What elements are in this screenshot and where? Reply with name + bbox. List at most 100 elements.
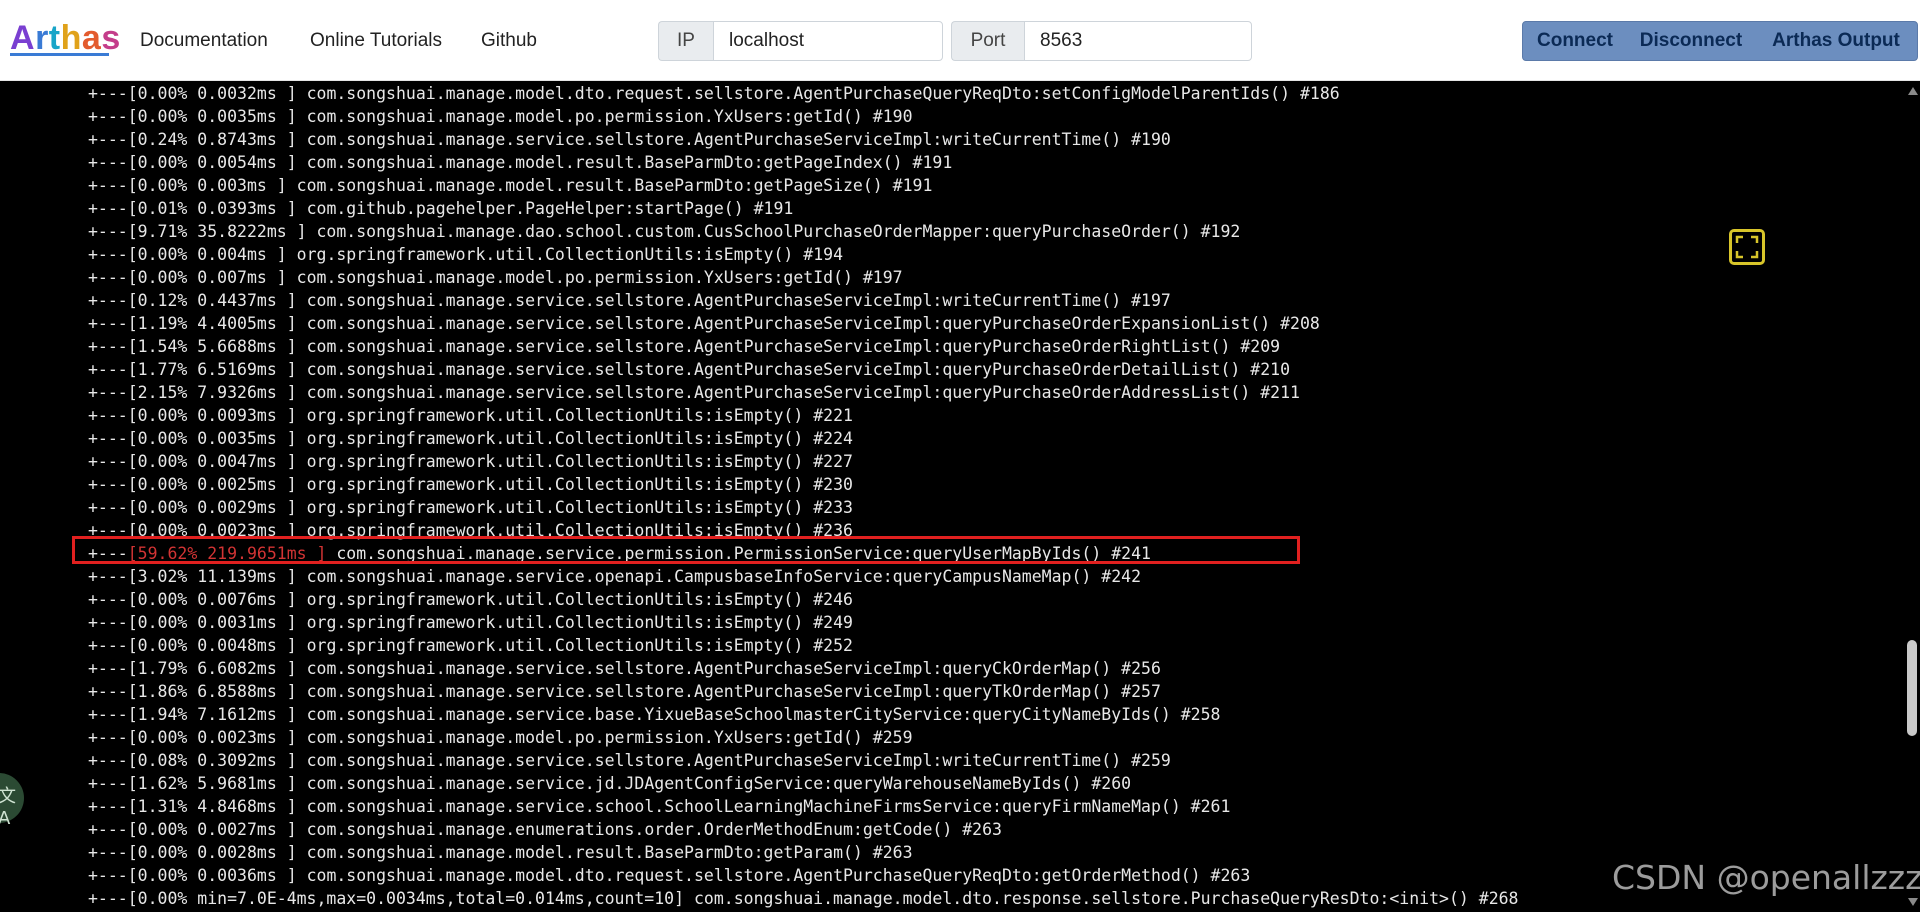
terminal-scrollbar[interactable] (1904, 81, 1920, 912)
translate-glyph: 文A (0, 786, 16, 829)
trace-line: +---[0.01% 0.0393ms ] com.github.pagehel… (88, 197, 1519, 220)
trace-time: [0.00% 0.0093ms ] (127, 406, 297, 425)
trace-time: [0.00% 0.0076ms ] (127, 590, 297, 609)
trace-call: org.springframework.util.CollectionUtils… (296, 636, 853, 655)
trace-prefix: +--- (88, 429, 128, 448)
trace-call: org.springframework.util.CollectionUtils… (296, 590, 853, 609)
trace-line: +---[0.00% 0.0093ms ] org.springframewor… (88, 404, 1519, 427)
trace-time: [0.00% 0.004ms ] (127, 245, 287, 264)
trace-line: +---[0.00% 0.007ms ] com.songshuai.manag… (88, 266, 1519, 289)
trace-line: +---[0.00% min=7.0E-4ms,max=0.0034ms,tot… (88, 887, 1519, 910)
trace-call: com.songshuai.manage.service.sellstore.A… (296, 751, 1171, 770)
navbar: Arthas Documentation Online Tutorials Gi… (0, 0, 1920, 81)
scroll-down-icon[interactable] (1908, 898, 1918, 906)
trace-call: com.songshuai.manage.model.result.BasePa… (286, 176, 933, 195)
trace-call: com.songshuai.manage.model.dto.response.… (684, 889, 1519, 908)
trace-time: [0.00% 0.0029ms ] (127, 498, 297, 517)
trace-time: [0.24% 0.8743ms ] (127, 130, 297, 149)
trace-time: [1.54% 5.6688ms ] (127, 337, 297, 356)
nav-link-online-tutorials[interactable]: Online Tutorials (310, 29, 442, 53)
connection-button-group: Connect Disconnect Arthas Output (1522, 21, 1918, 61)
trace-time: [1.62% 5.9681ms ] (127, 774, 297, 793)
trace-prefix: +--- (88, 659, 128, 678)
trace-line: +---[0.00% 0.0028ms ] com.songshuai.mana… (88, 841, 1519, 864)
trace-call: org.springframework.util.CollectionUtils… (296, 613, 853, 632)
trace-call: com.songshuai.manage.service.base.YixueB… (296, 705, 1221, 724)
logo-letter: A (10, 19, 36, 57)
trace-line: +---[0.00% 0.0035ms ] org.springframewor… (88, 427, 1519, 450)
trace-time: [0.00% 0.0048ms ] (127, 636, 297, 655)
trace-line: +---[0.00% 0.0076ms ] org.springframewor… (88, 588, 1519, 611)
trace-line: +---[0.00% 0.0027ms ] com.songshuai.mana… (88, 818, 1519, 841)
trace-line: +---[0.00% 0.004ms ] org.springframework… (88, 243, 1519, 266)
trace-time: [2.15% 7.9326ms ] (127, 383, 297, 402)
trace-call: com.songshuai.manage.service.sellstore.A… (296, 682, 1161, 701)
trace-line: +---[0.24% 0.8743ms ] com.songshuai.mana… (88, 128, 1519, 151)
trace-call: com.songshuai.manage.service.sellstore.A… (296, 360, 1291, 379)
trace-time: [0.00% min=7.0E-4ms,max=0.0034ms,total=0… (127, 889, 685, 908)
trace-line: +---[0.00% 0.0036ms ] com.songshuai.mana… (88, 864, 1519, 887)
trace-line: +---[0.00% 0.0048ms ] org.springframewor… (88, 634, 1519, 657)
trace-prefix: +--- (88, 153, 128, 172)
logo-letter: s (101, 19, 121, 57)
trace-prefix: +--- (88, 843, 128, 862)
trace-call: org.springframework.util.CollectionUtils… (296, 429, 853, 448)
trace-line: +---[1.86% 6.8588ms ] com.songshuai.mana… (88, 680, 1519, 703)
trace-line: +---[1.54% 5.6688ms ] com.songshuai.mana… (88, 335, 1519, 358)
trace-prefix: +--- (88, 107, 128, 126)
trace-time: [0.00% 0.0023ms ] (127, 728, 297, 747)
trace-call: com.songshuai.manage.service.openapi.Cam… (296, 567, 1142, 586)
ip-input[interactable] (713, 21, 943, 61)
trace-prefix: +--- (88, 820, 128, 839)
trace-call: com.songshuai.manage.dao.school.custom.C… (306, 222, 1241, 241)
nav-link-github[interactable]: Github (481, 29, 537, 53)
trace-call: com.songshuai.manage.model.dto.request.s… (296, 866, 1251, 885)
trace-call: com.songshuai.manage.service.sellstore.A… (296, 337, 1281, 356)
trace-line: +---[1.19% 4.4005ms ] com.songshuai.mana… (88, 312, 1519, 335)
logo-letter: a (81, 19, 102, 57)
trace-line: +---[0.00% 0.0023ms ] com.songshuai.mana… (88, 726, 1519, 749)
trace-prefix: +--- (88, 337, 128, 356)
trace-call: com.songshuai.manage.model.po.permission… (286, 268, 903, 287)
trace-time: [0.01% 0.0393ms ] (127, 199, 297, 218)
trace-call: org.springframework.util.CollectionUtils… (296, 498, 853, 517)
logo-underline (10, 53, 109, 56)
trace-line: +---[3.02% 11.139ms ] com.songshuai.mana… (88, 565, 1519, 588)
trace-time: [1.86% 6.8588ms ] (127, 682, 297, 701)
trace-line: +---[0.00% 0.0035ms ] com.songshuai.mana… (88, 105, 1519, 128)
ip-input-group: IP (658, 21, 943, 61)
trace-time: [1.77% 6.5169ms ] (127, 360, 297, 379)
nav-link-documentation[interactable]: Documentation (140, 29, 268, 53)
trace-call: com.songshuai.manage.model.result.BasePa… (296, 843, 913, 862)
trace-call: com.github.pagehelper.PageHelper:startPa… (296, 199, 794, 218)
trace-prefix: +--- (88, 728, 128, 747)
arthas-output-button[interactable]: Arthas Output (1755, 22, 1917, 60)
trace-prefix: +--- (88, 84, 128, 103)
trace-prefix: +--- (88, 245, 128, 264)
connect-button[interactable]: Connect (1523, 22, 1627, 60)
port-input[interactable] (1024, 21, 1252, 61)
trace-line: +---[1.77% 6.5169ms ] com.songshuai.mana… (88, 358, 1519, 381)
trace-prefix: +--- (88, 291, 128, 310)
trace-call: org.springframework.util.CollectionUtils… (296, 475, 853, 494)
trace-time: [1.19% 4.4005ms ] (127, 314, 297, 333)
arthas-logo[interactable]: Arthas (10, 18, 121, 58)
terminal-output[interactable]: +---[0.00% 0.0032ms ] com.songshuai.mana… (0, 81, 1904, 912)
trace-time: [0.00% 0.0032ms ] (127, 84, 297, 103)
fullscreen-icon[interactable] (1729, 229, 1765, 265)
trace-time: [0.00% 0.0035ms ] (127, 107, 297, 126)
trace-prefix: +--- (88, 613, 128, 632)
trace-lines: +---[0.00% 0.0032ms ] com.songshuai.mana… (88, 82, 1519, 910)
trace-prefix: +--- (88, 360, 128, 379)
disconnect-button[interactable]: Disconnect (1627, 22, 1755, 60)
trace-call: com.songshuai.manage.service.sellstore.A… (296, 659, 1161, 678)
trace-prefix: +--- (88, 705, 128, 724)
trace-prefix: +--- (88, 682, 128, 701)
trace-line: +---[0.00% 0.0047ms ] org.springframewor… (88, 450, 1519, 473)
trace-time: [0.00% 0.0027ms ] (127, 820, 297, 839)
trace-prefix: +--- (88, 268, 128, 287)
scrollbar-thumb[interactable] (1907, 640, 1917, 736)
scroll-up-icon[interactable] (1908, 87, 1918, 95)
trace-time: [0.00% 0.0035ms ] (127, 429, 297, 448)
trace-prefix: +--- (88, 567, 128, 586)
